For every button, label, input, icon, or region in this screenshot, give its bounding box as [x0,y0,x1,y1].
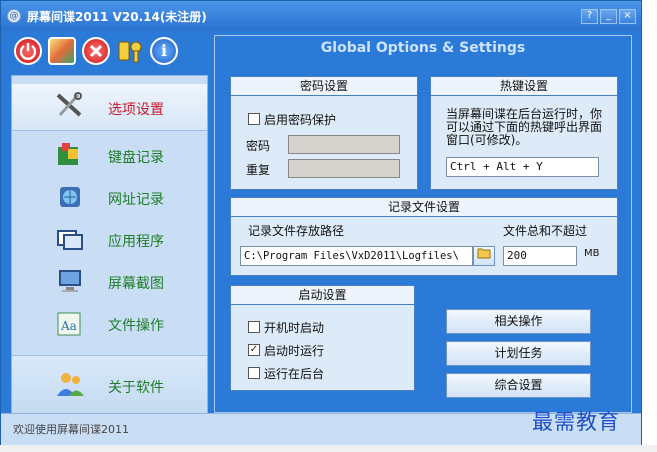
watermark-logo: 最需教育 [532,410,620,434]
folder-icon [477,248,491,259]
close-window-button[interactable]: × [619,9,636,24]
settings-panel: Global Options & Settings 密码设置 启用密码保护 密码… [214,35,632,413]
scheduled-tasks-button[interactable]: 计划任务 [446,341,591,366]
taskbar-strip [0,445,657,452]
enable-password-label: 启用密码保护 [264,113,337,127]
hotkey-input[interactable]: Ctrl + Alt + Y [446,157,599,177]
app-window: @ 屏幕间谍2011 V20.14(未注册) ? _ × i 选项设置 键盘记录… [0,0,642,445]
sidebar-item-label: 屏幕截图 [108,276,164,292]
logfile-group: 记录文件设置 记录文件存放路径 文件总和不超过 C:\Program Files… [230,197,618,276]
window-title: 屏幕间谍2011 V20.14(未注册) [27,10,207,24]
sidebar-item-label: 文件操作 [108,318,164,334]
hotkey-group: 热键设置 当屏幕间谍在后台运行时，你可以通过下面的热键呼出界面窗口(可修改)。 … [430,76,618,190]
status-text: 欢迎使用屏幕间谍2011 [13,423,129,436]
sidebar-item-apps[interactable]: 应用程序 [12,218,207,260]
app-icon: @ [7,9,21,23]
page-title: Global Options & Settings [320,40,526,56]
close-circle-icon[interactable] [82,37,110,65]
svg-text:Aa: Aa [60,319,77,333]
run-in-background-checkbox[interactable] [248,367,260,379]
power-icon[interactable] [14,37,42,65]
startup-option-label: 开机时启动 [264,321,325,335]
group-title: 密码设置 [231,77,417,96]
monitor-icon [59,270,81,292]
browse-button[interactable] [473,246,495,266]
sidebar-item-options[interactable]: 选项设置 [12,84,207,131]
sidebar-item-screenshots[interactable]: 屏幕截图 [12,260,207,302]
group-title: 热键设置 [431,77,617,96]
sidebar-item-label: 关于软件 [108,380,164,396]
sidebar-item-urls[interactable]: 网址记录 [12,176,207,218]
globe-icon [60,187,80,207]
startup-option-label: 运行在后台 [264,367,325,381]
info-icon[interactable]: i [150,37,178,65]
repeat-label: 重复 [246,163,271,177]
tools-icon [56,92,82,117]
password-label: 密码 [246,139,271,153]
repeat-password-field[interactable] [288,159,400,178]
sidebar-item-keyboard[interactable]: 键盘记录 [12,134,207,176]
password-field[interactable] [288,135,400,154]
startup-option-label: 启动时运行 [264,344,325,358]
related-actions-button[interactable]: 相关操作 [446,309,591,334]
toolbar: i [3,33,207,69]
password-group: 密码设置 启用密码保护 密码 重复 [230,76,418,190]
key-icon[interactable] [116,37,144,65]
enable-password-checkbox[interactable] [248,113,260,125]
sidebar-item-label: 键盘记录 [108,150,164,166]
diamond-icon[interactable] [48,37,76,65]
log-size-input[interactable]: 200 [503,246,577,266]
sidebar-item-files[interactable]: Aa 文件操作 [12,302,207,344]
group-title: 记录文件设置 [231,198,617,217]
sidebar-item-label: 网址记录 [108,192,164,208]
windows-icon [57,230,83,250]
sidebar: 选项设置 键盘记录 网址记录 应用程序 屏幕截图 Aa 文件操作 关于软件 [11,75,208,413]
users-icon [57,373,84,396]
sidebar-item-about[interactable]: 关于软件 [12,355,207,413]
run-on-launch-checkbox[interactable]: ✓ [248,344,260,356]
log-path-input[interactable]: C:\Program Files\VxD2011\Logfiles\ [240,246,473,266]
title-bar[interactable]: @ 屏幕间谍2011 V20.14(未注册) ? _ × [1,1,641,31]
file-icon: Aa [57,312,81,336]
sidebar-item-label: 应用程序 [108,234,164,250]
startup-group: 启动设置 开机时启动 ✓ 启动时运行 运行在后台 [230,285,415,391]
minimize-button[interactable]: _ [600,9,617,24]
general-settings-button[interactable]: 综合设置 [446,373,591,398]
size-unit: MB [584,248,600,259]
log-path-label: 记录文件存放路径 [248,224,345,238]
hotkey-description: 当屏幕间谍在后台运行时，你可以通过下面的热键呼出界面窗口(可修改)。 [446,107,603,147]
keyboard-icon [58,143,78,165]
startup-on-boot-checkbox[interactable] [248,321,260,333]
sidebar-item-label: 选项设置 [108,102,164,118]
help-button[interactable]: ? [581,9,598,24]
group-title: 启动设置 [231,286,414,305]
log-size-label: 文件总和不超过 [503,224,588,238]
